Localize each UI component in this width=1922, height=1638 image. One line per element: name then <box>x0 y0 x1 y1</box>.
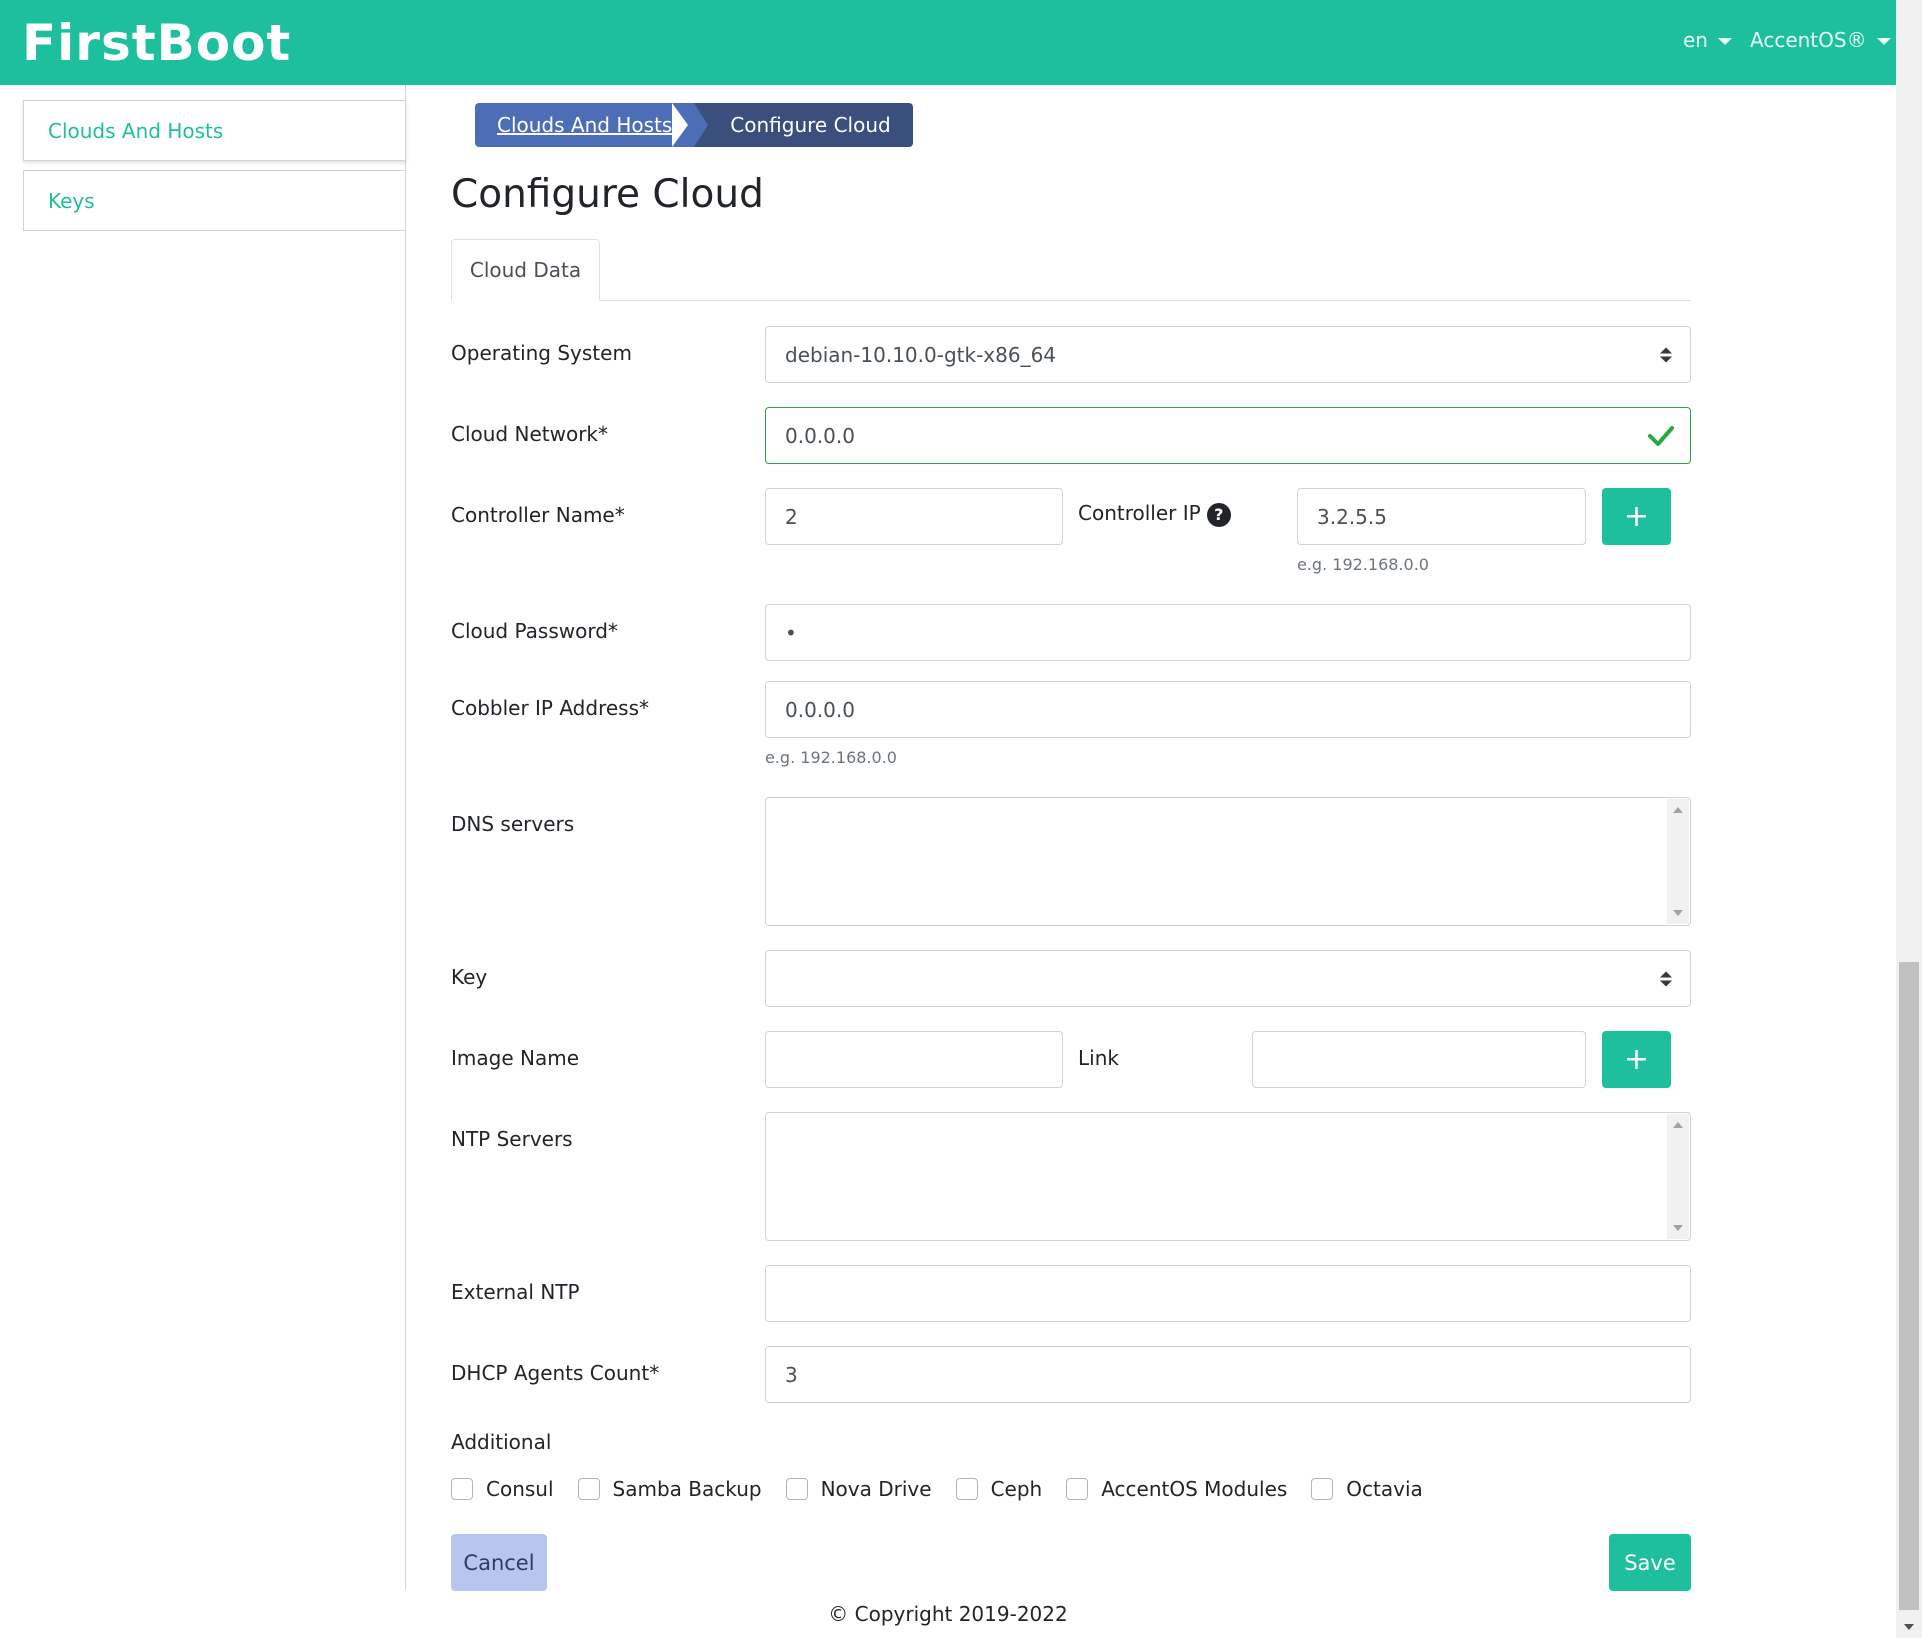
external-ntp-label: External NTP <box>451 1280 580 1304</box>
footer-copyright: © Copyright 2019-2022 <box>0 1602 1896 1626</box>
link-input[interactable] <box>1252 1031 1586 1088</box>
samba-backup-checkbox[interactable]: Samba Backup <box>578 1477 762 1501</box>
language-label: en <box>1683 28 1708 52</box>
link-label: Link <box>1078 1046 1119 1070</box>
cloud-network-label: Cloud Network* <box>451 422 608 446</box>
checkbox-label: Octavia <box>1346 1477 1422 1501</box>
select-arrows-icon <box>1660 347 1672 362</box>
cloud-network-input[interactable]: 0.0.0.0 <box>765 407 1691 464</box>
key-select[interactable] <box>765 950 1691 1007</box>
controller-ip-hint: e.g. 192.168.0.0 <box>1297 555 1429 574</box>
tab-cloud-data[interactable]: Cloud Data <box>451 239 600 301</box>
checkbox-box[interactable] <box>786 1478 808 1500</box>
checkbox-box[interactable] <box>1066 1478 1088 1500</box>
checkbox-label: Ceph <box>991 1477 1043 1501</box>
breadcrumb-current: Configure Cloud <box>694 103 912 147</box>
page-title: Configure Cloud <box>451 172 764 217</box>
additional-label: Additional <box>451 1430 551 1454</box>
image-name-label: Image Name <box>451 1046 579 1070</box>
save-button[interactable]: Save <box>1609 1534 1691 1591</box>
octavia-checkbox[interactable]: Octavia <box>1311 1477 1422 1501</box>
cloud-password-input[interactable]: • <box>765 604 1691 661</box>
scroll-down-icon[interactable] <box>1904 1624 1914 1630</box>
language-dropdown[interactable]: en <box>1683 28 1732 52</box>
checkbox-box[interactable] <box>578 1478 600 1500</box>
controller-ip-label-group: Controller IP? <box>1078 501 1231 527</box>
sidebar-item-label: Clouds And Hosts <box>48 119 223 143</box>
cobbler-ip-input[interactable]: 0.0.0.0 <box>765 681 1691 738</box>
controller-name-value: 2 <box>785 505 798 529</box>
nova-drive-checkbox[interactable]: Nova Drive <box>786 1477 932 1501</box>
checkbox-box[interactable] <box>1311 1478 1333 1500</box>
os-select-value: debian-10.10.0-gtk-x86_64 <box>785 343 1056 367</box>
dns-servers-textarea[interactable] <box>765 797 1691 926</box>
key-label: Key <box>451 965 487 989</box>
ntp-servers-textarea[interactable] <box>765 1112 1691 1241</box>
plus-icon: + <box>1624 499 1649 534</box>
controller-ip-input[interactable]: 3.2.5.5 <box>1297 488 1586 545</box>
cloud-network-value: 0.0.0.0 <box>785 424 855 448</box>
checkbox-box[interactable] <box>956 1478 978 1500</box>
user-dropdown[interactable]: AccentOS® <box>1750 28 1891 52</box>
image-name-input[interactable] <box>765 1031 1063 1088</box>
caret-down-icon <box>1718 38 1732 45</box>
sidebar-item-clouds-and-hosts[interactable]: Clouds And Hosts <box>23 100 406 161</box>
os-select[interactable]: debian-10.10.0-gtk-x86_64 <box>765 326 1691 383</box>
additional-checkboxes: Consul Samba Backup Nova Drive Ceph Acce… <box>451 1477 1447 1501</box>
add-controller-button[interactable]: + <box>1602 488 1671 545</box>
checkbox-label: Nova Drive <box>821 1477 932 1501</box>
consul-checkbox[interactable]: Consul <box>451 1477 554 1501</box>
textarea-scrollbar[interactable] <box>1667 799 1689 924</box>
controller-name-input[interactable]: 2 <box>765 488 1063 545</box>
dhcp-agents-input[interactable]: 3 <box>765 1346 1691 1403</box>
cobbler-ip-value: 0.0.0.0 <box>785 698 855 722</box>
ceph-checkbox[interactable]: Ceph <box>956 1477 1043 1501</box>
cloud-password-label: Cloud Password* <box>451 619 618 643</box>
caret-down-icon <box>1877 38 1891 45</box>
add-image-button[interactable]: + <box>1602 1031 1671 1088</box>
dns-servers-label: DNS servers <box>451 812 574 836</box>
checkbox-label: Consul <box>486 1477 554 1501</box>
sidebar-item-label: Keys <box>48 189 95 213</box>
checkbox-label: AccentOS Modules <box>1101 1477 1287 1501</box>
cancel-button[interactable]: Cancel <box>451 1534 547 1591</box>
dhcp-agents-label: DHCP Agents Count* <box>451 1361 659 1385</box>
sidebar-divider <box>405 85 406 1590</box>
controller-name-label: Controller Name* <box>451 503 625 527</box>
cloud-password-value: • <box>785 621 797 645</box>
os-label: Operating System <box>451 341 632 365</box>
page-scrollbar[interactable] <box>1896 0 1922 1638</box>
controller-ip-label: Controller IP <box>1078 501 1201 525</box>
sidebar-item-keys[interactable]: Keys <box>23 170 406 231</box>
accentos-modules-checkbox[interactable]: AccentOS Modules <box>1066 1477 1287 1501</box>
brand-logo[interactable]: FirstBoot <box>22 14 291 72</box>
dhcp-agents-value: 3 <box>785 1363 798 1387</box>
scrollbar-thumb[interactable] <box>1899 962 1919 1610</box>
question-circle-icon[interactable]: ? <box>1207 503 1231 527</box>
user-label: AccentOS® <box>1750 28 1867 52</box>
external-ntp-input[interactable] <box>765 1265 1691 1322</box>
checkbox-label: Samba Backup <box>613 1477 762 1501</box>
breadcrumb: Clouds And Hosts Configure Cloud <box>475 103 913 147</box>
breadcrumb-separator <box>672 103 688 147</box>
cobbler-ip-label: Cobbler IP Address* <box>451 696 649 720</box>
checkbox-box[interactable] <box>451 1478 473 1500</box>
checkmark-icon <box>1648 425 1674 447</box>
top-navbar: FirstBoot en AccentOS® <box>0 0 1896 85</box>
controller-ip-value: 3.2.5.5 <box>1317 505 1387 529</box>
breadcrumb-link-clouds-and-hosts[interactable]: Clouds And Hosts <box>475 103 694 147</box>
textarea-scrollbar[interactable] <box>1667 1114 1689 1239</box>
tab-divider <box>451 300 1691 301</box>
select-arrows-icon <box>1660 971 1672 986</box>
ntp-servers-label: NTP Servers <box>451 1127 573 1151</box>
cobbler-ip-hint: e.g. 192.168.0.0 <box>765 748 897 767</box>
plus-icon: + <box>1624 1042 1649 1077</box>
